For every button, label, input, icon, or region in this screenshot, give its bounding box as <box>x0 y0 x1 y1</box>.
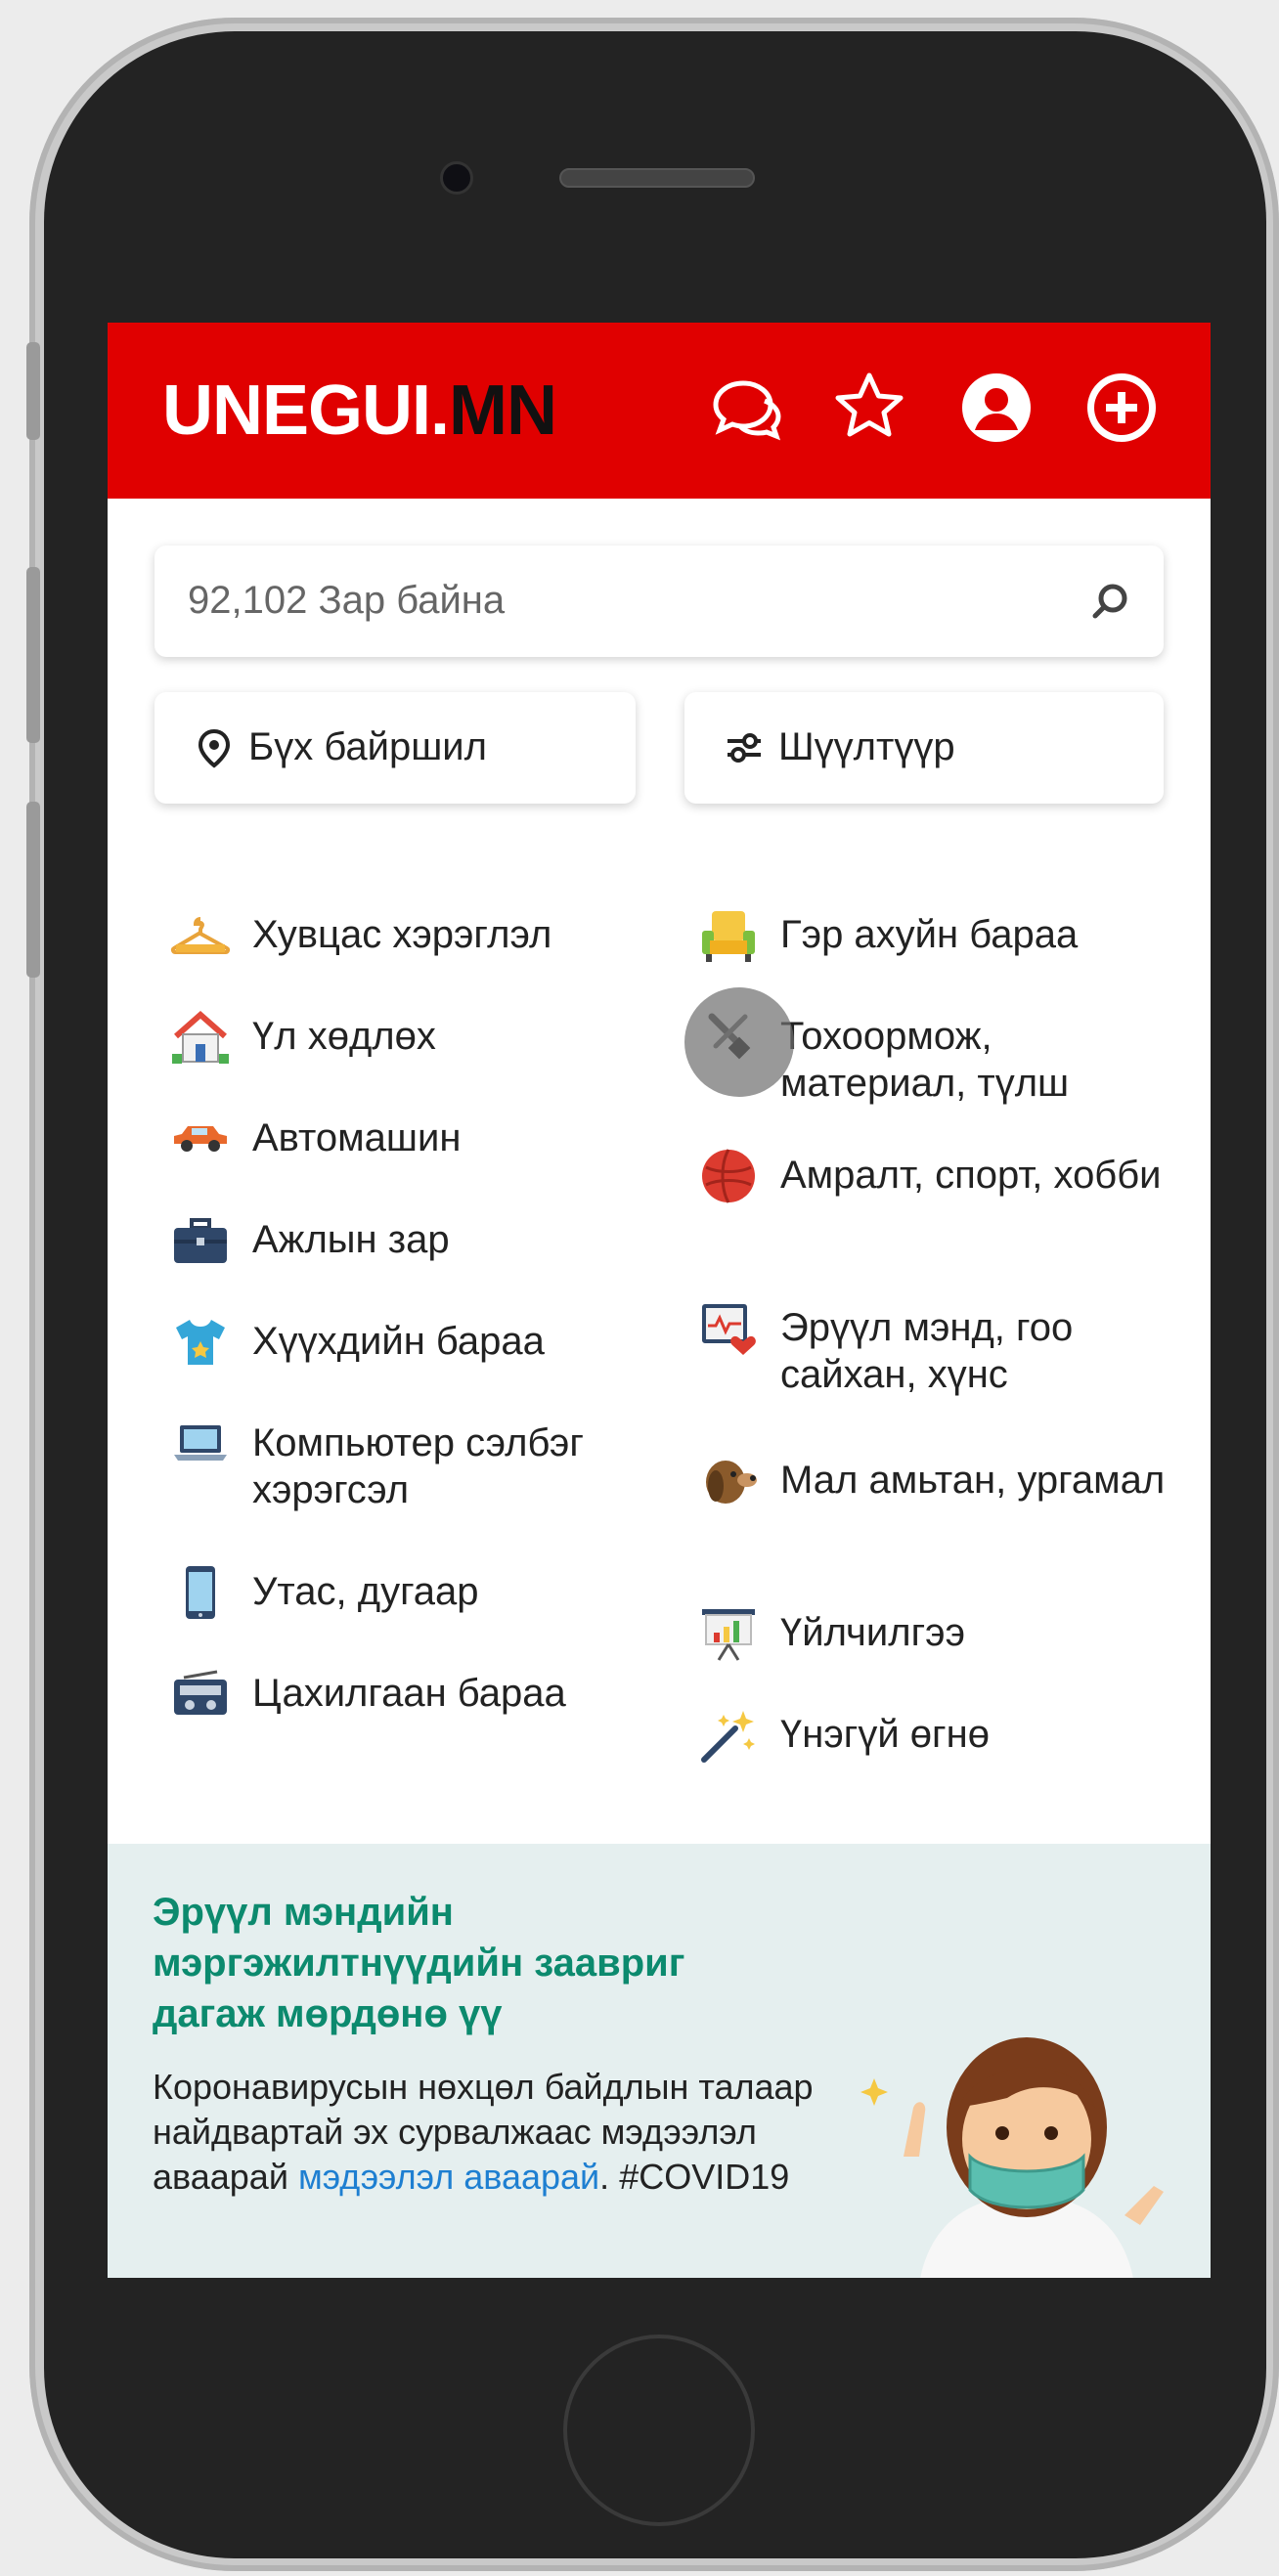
category-label: Мал амьтан, ургамал <box>780 1459 1166 1502</box>
category-label: Амралт, спорт, хобби <box>780 1154 1162 1197</box>
search-icon[interactable] <box>1089 580 1132 623</box>
logo-text-main: UNEGUI. <box>162 371 450 450</box>
search-placeholder: 92,102 Зар байна <box>188 579 506 622</box>
category-label: Компьютер сэлбэг хэрэгсэл <box>252 1421 584 1511</box>
search-input[interactable]: 92,102 Зар байна <box>154 546 1164 657</box>
presentation-icon <box>698 1603 759 1664</box>
category-label: Хувцас хэрэглэл <box>252 913 552 956</box>
touch-indicator <box>684 987 794 1097</box>
category-computers[interactable]: Компьютер сэлбэг хэрэгсэл <box>170 1414 630 1513</box>
category-phones[interactable]: Утас, дугаар <box>170 1562 630 1623</box>
doctor-illustration <box>860 2037 1164 2278</box>
chat-icon[interactable] <box>706 368 786 448</box>
app-header: UNEGUI.MN <box>108 323 1211 499</box>
category-label: Үйлчилгээ <box>780 1611 965 1654</box>
volume-up-button <box>26 567 40 743</box>
radio-icon <box>170 1664 231 1725</box>
ball-icon <box>698 1146 759 1206</box>
covid-banner: Эрүүл мэндийн мэргэжилтнүүдийн заавриг д… <box>108 1844 1211 2278</box>
category-free[interactable]: Үнэгүй өгнө <box>698 1705 1187 1766</box>
category-label: Автомашин <box>252 1116 462 1159</box>
home-button[interactable] <box>563 2335 755 2526</box>
category-clothing[interactable]: Хувцас хэрэглэл <box>170 905 630 966</box>
location-label: Бүх байршил <box>248 725 487 768</box>
health-icon <box>698 1298 759 1359</box>
armchair-icon <box>698 905 759 966</box>
phone-icon <box>170 1562 231 1623</box>
star-icon[interactable] <box>829 368 909 448</box>
category-health[interactable]: Эрүүл мэнд, гоо сайхан, хүнс <box>698 1298 1187 1398</box>
user-icon[interactable] <box>956 368 1036 448</box>
location-pin-icon <box>198 728 231 768</box>
category-cars[interactable]: Автомашин <box>170 1109 630 1169</box>
laptop-icon <box>170 1414 231 1474</box>
category-label: Гэр ахуйн бараа <box>780 913 1079 956</box>
logo-text-suffix: MN <box>449 371 557 450</box>
front-camera <box>440 161 473 195</box>
category-real-estate[interactable]: Үл хөдлөх <box>170 1007 630 1068</box>
banner-title: Эрүүл мэндийн мэргэжилтнүүдийн заавриг д… <box>153 1891 685 2035</box>
category-electronics[interactable]: Цахилгаан бараа <box>170 1664 630 1725</box>
category-kids[interactable]: Хүүхдийн бараа <box>170 1312 630 1373</box>
filter-button[interactable]: Шүүлтүүр <box>684 692 1164 804</box>
magic-wand-icon <box>698 1705 759 1766</box>
app-logo[interactable]: UNEGUI.MN <box>162 371 557 450</box>
category-label: Хүүхдийн бараа <box>252 1320 545 1363</box>
location-button[interactable]: Бүх байршил <box>154 692 636 804</box>
category-services[interactable]: Үйлчилгээ <box>698 1603 1187 1664</box>
banner-body: Коронавирусын нөхцөл байдлын талаар найд… <box>153 2067 814 2197</box>
volume-down-button <box>26 802 40 978</box>
category-animals[interactable]: Мал амьтан, ургамал <box>698 1451 1187 1511</box>
category-label: Эрүүл мэнд, гоо сайхан, хүнс <box>780 1306 1074 1396</box>
category-label: Үл хөдлөх <box>252 1015 436 1058</box>
sliders-icon <box>728 733 761 763</box>
plus-icon[interactable] <box>1081 368 1162 448</box>
category-label: Ажлын зар <box>252 1218 450 1261</box>
house-icon <box>170 1007 231 1068</box>
category-household[interactable]: Гэр ахуйн бараа <box>698 905 1187 966</box>
tshirt-icon <box>170 1312 231 1373</box>
car-icon <box>170 1109 231 1169</box>
dog-icon <box>698 1451 759 1511</box>
category-label: Цахилгаан бараа <box>252 1672 566 1715</box>
mute-switch <box>26 342 40 440</box>
hanger-icon <box>170 905 231 966</box>
category-label: Үнэгүй өгнө <box>780 1713 990 1756</box>
category-label: Утас, дугаар <box>252 1570 479 1613</box>
category-label: Тохоормож, материал, түлш <box>780 1015 1070 1105</box>
category-jobs[interactable]: Ажлын зар <box>170 1210 630 1271</box>
briefcase-icon <box>170 1210 231 1271</box>
banner-link[interactable]: мэдээлэл аваарай <box>298 2157 599 2197</box>
category-sports[interactable]: Амралт, спорт, хобби <box>698 1146 1187 1206</box>
app-screen: UNEGUI.MN 92,102 Зар байна Бүх байршил Ш… <box>108 323 1211 2278</box>
earpiece-speaker <box>559 168 755 188</box>
filter-label: Шүүлтүүр <box>778 725 955 768</box>
banner-hashtag: #COVID19 <box>619 2157 790 2197</box>
